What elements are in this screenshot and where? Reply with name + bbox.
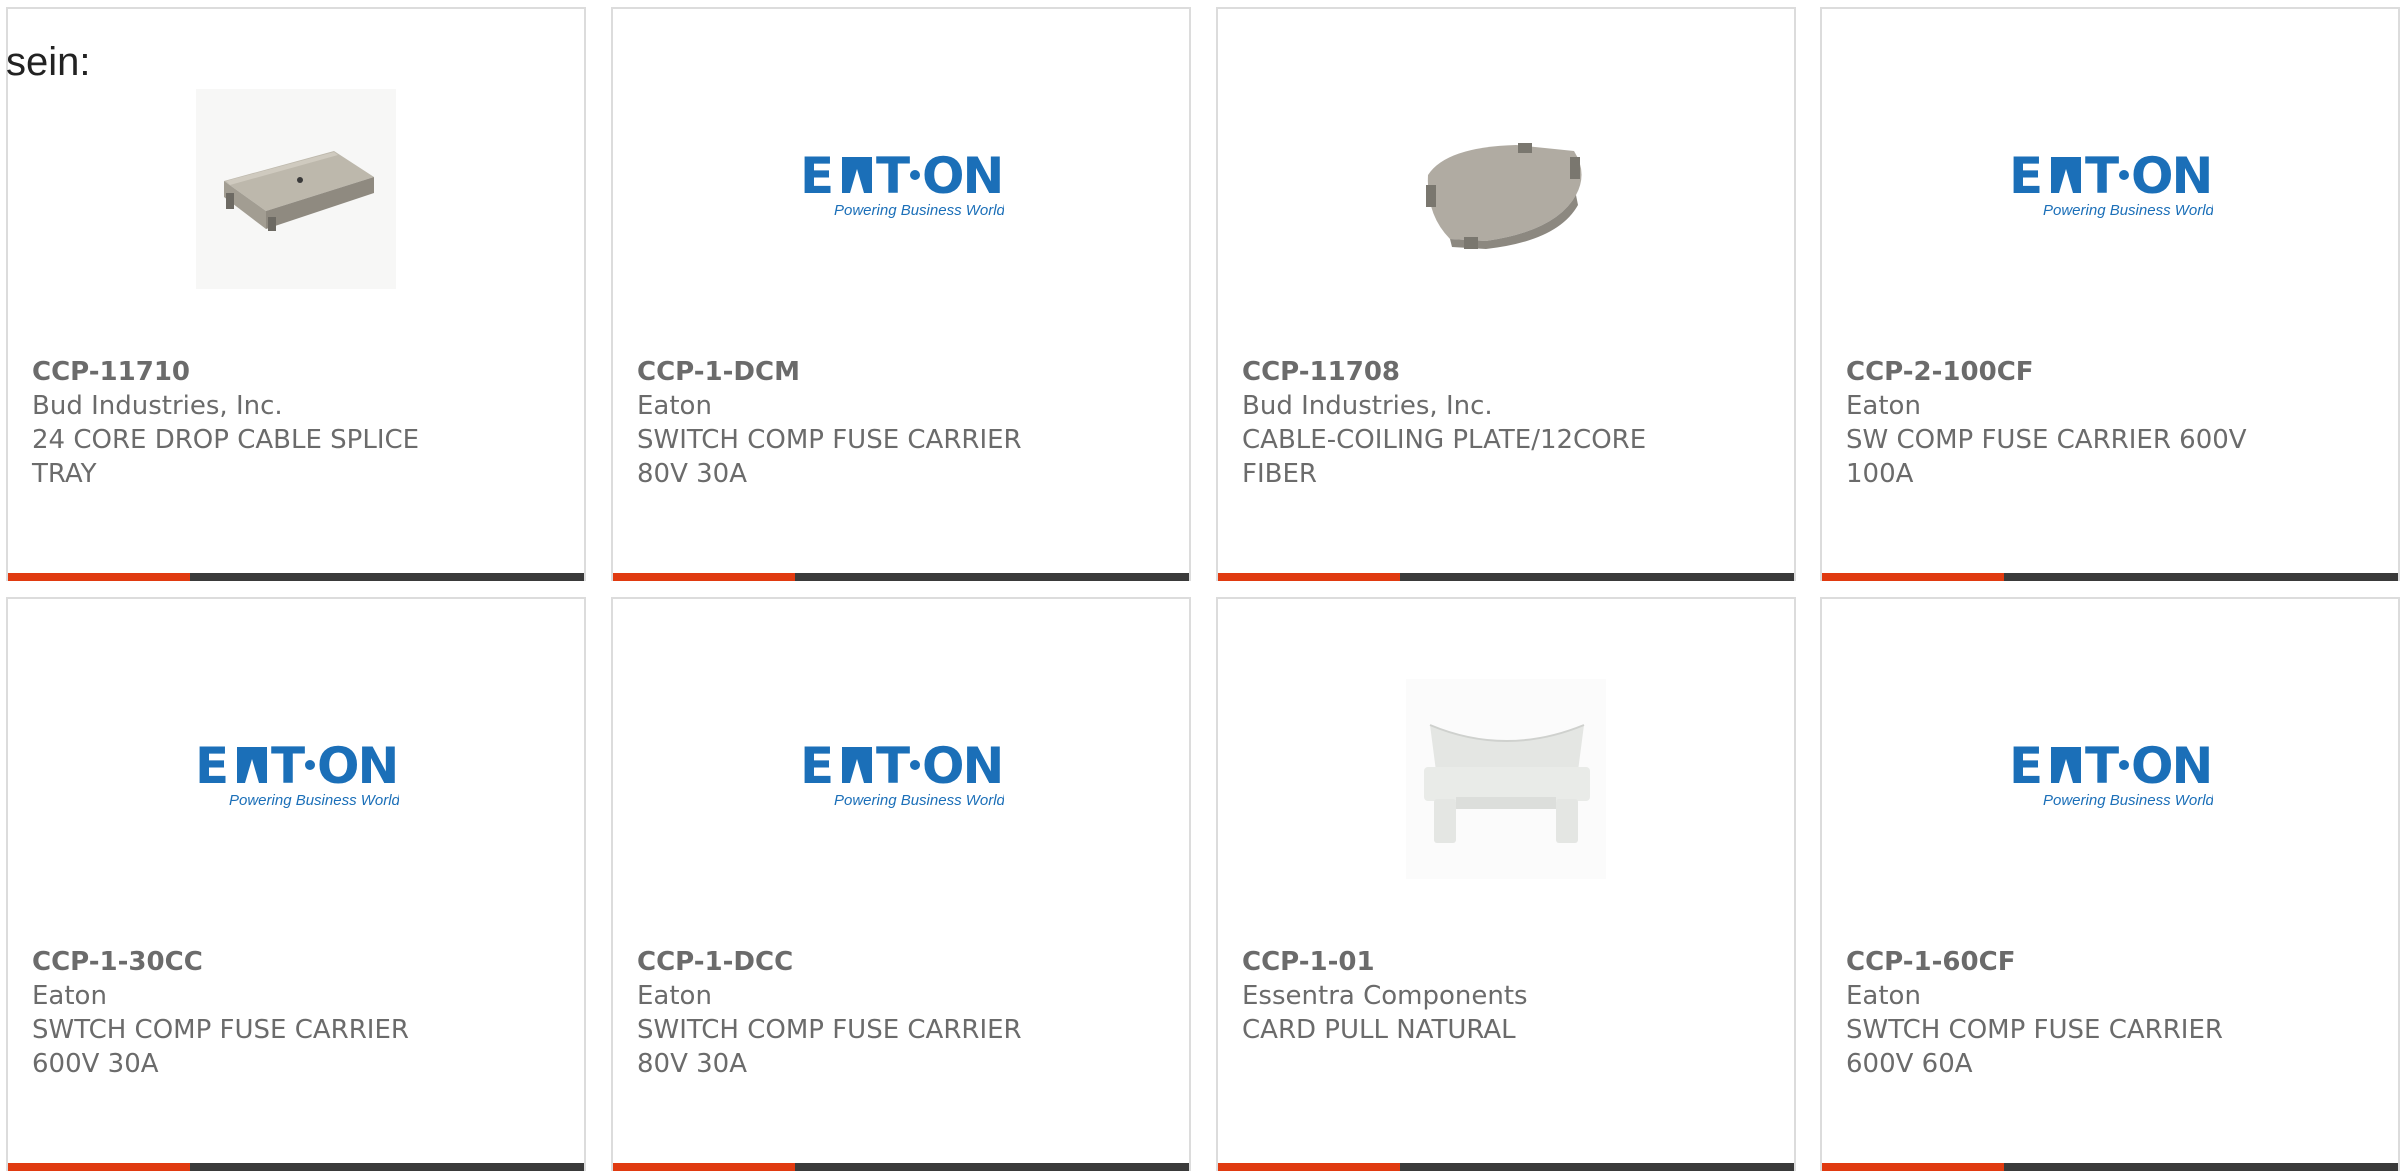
product-image[interactable] xyxy=(1218,669,1794,889)
svg-text:E: E xyxy=(2009,151,2040,205)
manufacturer: Essentra Components xyxy=(1242,981,1528,1011)
product-image[interactable]: E T ON Powering Business Worldwide xyxy=(613,669,1189,889)
card-bar-accent xyxy=(613,1163,795,1171)
logo-tagline: Powering Business Worldwide xyxy=(2043,202,2213,219)
card-bottom-bar xyxy=(8,1163,584,1171)
card-bar-accent xyxy=(1218,1163,1400,1171)
part-number[interactable]: CCP-11708 xyxy=(1242,355,1662,389)
logo-tagline: Powering Business Worldwide xyxy=(229,792,399,809)
svg-text:T: T xyxy=(2085,151,2119,205)
part-number[interactable]: CCP-11710 xyxy=(32,355,452,389)
product-info: CCP-1-30CC Eaton SWTCH COMP FUSE CARRIER… xyxy=(32,945,452,1081)
product-card[interactable]: E T ON Powering Business Worldwide CCP-2… xyxy=(1820,7,2400,581)
product-card[interactable]: CCP-11710 Bud Industries, Inc. 24 CORE D… xyxy=(6,7,586,581)
product-image[interactable]: E T ON Powering Business Worldwide xyxy=(1822,669,2398,889)
description: SWITCH COMP FUSE CARRIER 80V 30A xyxy=(637,1015,1022,1079)
description: SWTCH COMP FUSE CARRIER 600V 60A xyxy=(1846,1015,2223,1079)
product-card[interactable]: E T ON Powering Business Worldwide CCP-1… xyxy=(611,7,1191,581)
card-bar-accent xyxy=(613,573,795,581)
card-bar-accent xyxy=(1218,573,1400,581)
svg-text:T: T xyxy=(876,151,910,205)
product-card[interactable]: CCP-1-01 Essentra Components CARD PULL N… xyxy=(1216,597,1796,1171)
svg-text:ON: ON xyxy=(922,151,1002,205)
logo-tagline: Powering Business Worldwide xyxy=(2043,792,2213,809)
svg-text:T: T xyxy=(876,741,910,795)
eaton-logo-icon: E T ON Powering Business Worldwide xyxy=(798,151,1004,227)
description: 24 CORE DROP CABLE SPLICE TRAY xyxy=(32,425,420,489)
svg-text:ON: ON xyxy=(922,741,1002,795)
product-info: CCP-2-100CF Eaton SW COMP FUSE CARRIER 6… xyxy=(1846,355,2266,491)
part-number[interactable]: CCP-1-01 xyxy=(1242,945,1662,979)
part-number[interactable]: CCP-1-DCC xyxy=(637,945,1057,979)
product-info: CCP-1-01 Essentra Components CARD PULL N… xyxy=(1242,945,1662,1047)
card-bar-accent xyxy=(1822,573,2004,581)
card-bottom-bar xyxy=(613,1163,1189,1171)
description: CABLE-COILING PLATE/12CORE FIBER xyxy=(1242,425,1647,489)
card-bar-accent xyxy=(1822,1163,2004,1171)
eaton-logo-icon: E T ON Powering Business Worldwide xyxy=(193,741,399,817)
svg-text:ON: ON xyxy=(2131,151,2211,205)
product-card[interactable]: E T ON Powering Business Worldwide CCP-1… xyxy=(1820,597,2400,1171)
svg-text:T: T xyxy=(271,741,305,795)
coiling-plate-photo xyxy=(1406,89,1606,289)
part-number[interactable]: CCP-2-100CF xyxy=(1846,355,2266,389)
product-image[interactable]: E T ON Powering Business Worldwide xyxy=(1822,79,2398,299)
eaton-logo-icon: E T ON Powering Business Worldwide xyxy=(2007,741,2213,817)
card-bar-accent xyxy=(8,1163,190,1171)
logo-tagline: Powering Business Worldwide xyxy=(834,202,1004,219)
product-info: CCP-11708 Bud Industries, Inc. CABLE-COI… xyxy=(1242,355,1662,491)
product-card[interactable]: CCP-11708 Bud Industries, Inc. CABLE-COI… xyxy=(1216,7,1796,581)
svg-text:ON: ON xyxy=(317,741,397,795)
part-number[interactable]: CCP-1-60CF xyxy=(1846,945,2266,979)
card-bottom-bar xyxy=(1822,573,2398,581)
card-bottom-bar xyxy=(1218,573,1794,581)
product-info: CCP-1-DCC Eaton SWITCH COMP FUSE CARRIER… xyxy=(637,945,1057,1081)
product-info: CCP-11710 Bud Industries, Inc. 24 CORE D… xyxy=(32,355,452,491)
manufacturer: Eaton xyxy=(1846,981,1921,1011)
card-bottom-bar xyxy=(1218,1163,1794,1171)
intro-text: sein: xyxy=(6,40,91,84)
manufacturer: Eaton xyxy=(1846,391,1921,421)
description: SWITCH COMP FUSE CARRIER 80V 30A xyxy=(637,425,1022,489)
eaton-logo-icon: E T ON Powering Business Worldwide xyxy=(798,741,1004,817)
product-info: CCP-1-60CF Eaton SWTCH COMP FUSE CARRIER… xyxy=(1846,945,2266,1081)
svg-text:ON: ON xyxy=(2131,741,2211,795)
product-card[interactable]: E T ON Powering Business Worldwide CCP-1… xyxy=(6,597,586,1171)
card-bottom-bar xyxy=(1822,1163,2398,1171)
product-grid: CCP-11710 Bud Industries, Inc. 24 CORE D… xyxy=(0,0,2400,1171)
manufacturer: Eaton xyxy=(637,391,712,421)
logo-tagline: Powering Business Worldwide xyxy=(834,792,1004,809)
splice-tray-photo xyxy=(196,89,396,289)
product-image[interactable] xyxy=(8,79,584,299)
card-bottom-bar xyxy=(8,573,584,581)
manufacturer: Bud Industries, Inc. xyxy=(32,391,283,421)
card-bar-accent xyxy=(8,573,190,581)
part-number[interactable]: CCP-1-30CC xyxy=(32,945,452,979)
product-image[interactable]: E T ON Powering Business Worldwide xyxy=(8,669,584,889)
description: SW COMP FUSE CARRIER 600V 100A xyxy=(1846,425,2247,489)
svg-text:E: E xyxy=(800,151,831,205)
svg-text:E: E xyxy=(2009,741,2040,795)
manufacturer: Bud Industries, Inc. xyxy=(1242,391,1493,421)
svg-text:E: E xyxy=(195,741,226,795)
svg-text:E: E xyxy=(800,741,831,795)
eaton-logo-icon: E T ON Powering Business Worldwide xyxy=(2007,151,2213,227)
card-pull-photo xyxy=(1406,679,1606,879)
card-bottom-bar xyxy=(613,573,1189,581)
part-number[interactable]: CCP-1-DCM xyxy=(637,355,1057,389)
manufacturer: Eaton xyxy=(637,981,712,1011)
description: SWTCH COMP FUSE CARRIER 600V 30A xyxy=(32,1015,409,1079)
product-info: CCP-1-DCM Eaton SWITCH COMP FUSE CARRIER… xyxy=(637,355,1057,491)
product-image[interactable]: E T ON Powering Business Worldwide xyxy=(613,79,1189,299)
manufacturer: Eaton xyxy=(32,981,107,1011)
product-card[interactable]: E T ON Powering Business Worldwide CCP-1… xyxy=(611,597,1191,1171)
product-image[interactable] xyxy=(1218,79,1794,299)
svg-text:T: T xyxy=(2085,741,2119,795)
description: CARD PULL NATURAL xyxy=(1242,1015,1516,1045)
